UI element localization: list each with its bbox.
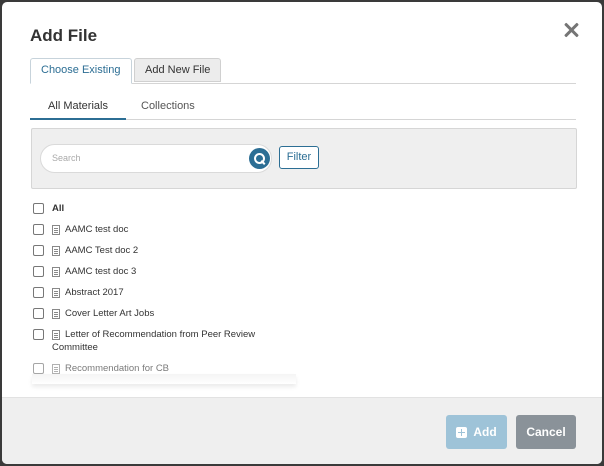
list-item[interactable]: AAMC test doc <box>33 223 303 236</box>
list-item-label-continued: Committee <box>52 342 98 353</box>
search-input[interactable]: Search <box>40 144 272 173</box>
list-item[interactable]: AAMC test doc 3 <box>33 265 303 278</box>
modal-title: Add File <box>30 26 98 45</box>
document-icon <box>52 225 60 235</box>
list-item-label: Abstract 2017 <box>65 287 124 298</box>
search-placeholder: Search <box>52 153 81 163</box>
list-item[interactable]: Cover Letter Art Jobs <box>33 307 303 320</box>
add-button-label: Add <box>473 425 497 439</box>
plus-icon <box>456 426 468 438</box>
item-checkbox[interactable] <box>33 329 44 340</box>
tab-choose-existing[interactable]: Choose Existing <box>30 58 132 84</box>
search-panel: Search Filter <box>31 128 577 189</box>
document-icon <box>52 330 60 340</box>
document-icon <box>52 364 60 374</box>
close-icon[interactable] <box>563 22 579 38</box>
list-item-label: AAMC test doc <box>65 224 129 235</box>
item-checkbox[interactable] <box>33 245 44 256</box>
list-item-label: Letter of Recommendation from Peer Revie… <box>65 329 256 340</box>
item-checkbox[interactable] <box>33 287 44 298</box>
materials-list: All AAMC test doc AAMC Test doc 2 AAMC t… <box>33 202 303 383</box>
list-item-label: AAMC test doc 3 <box>65 266 137 277</box>
modal-footer: Add Cancel <box>2 397 602 464</box>
item-checkbox[interactable] <box>33 224 44 235</box>
list-item-label: Cover Letter Art Jobs <box>65 308 155 319</box>
filter-button[interactable]: Filter <box>279 146 319 169</box>
add-file-modal: Add File Choose Existing Add New File Al… <box>2 2 602 464</box>
tab-all-materials[interactable]: All Materials <box>30 100 126 120</box>
list-item-label: All <box>52 203 65 214</box>
item-checkbox[interactable] <box>33 308 44 319</box>
sub-tabs: All Materials Collections <box>30 96 576 120</box>
list-item[interactable]: Letter of Recommendation from Peer Revie… <box>33 328 303 354</box>
list-item-all[interactable]: All <box>33 202 303 215</box>
item-checkbox[interactable] <box>33 363 44 374</box>
list-item[interactable]: AAMC Test doc 2 <box>33 244 303 257</box>
document-icon <box>52 267 60 277</box>
document-icon <box>52 246 60 256</box>
item-checkbox[interactable] <box>33 266 44 277</box>
select-all-checkbox[interactable] <box>33 203 44 214</box>
document-icon <box>52 288 60 298</box>
top-tabs: Choose Existing Add New File <box>30 58 576 84</box>
list-scroll-fade <box>32 374 296 384</box>
tab-add-new-file[interactable]: Add New File <box>134 58 222 82</box>
add-button[interactable]: Add <box>446 415 507 449</box>
cancel-button[interactable]: Cancel <box>516 415 576 449</box>
search-icon[interactable] <box>249 148 270 169</box>
list-item[interactable]: Abstract 2017 <box>33 286 303 299</box>
list-item-label: AAMC Test doc 2 <box>65 245 139 256</box>
document-icon <box>52 309 60 319</box>
tab-collections[interactable]: Collections <box>141 100 195 120</box>
